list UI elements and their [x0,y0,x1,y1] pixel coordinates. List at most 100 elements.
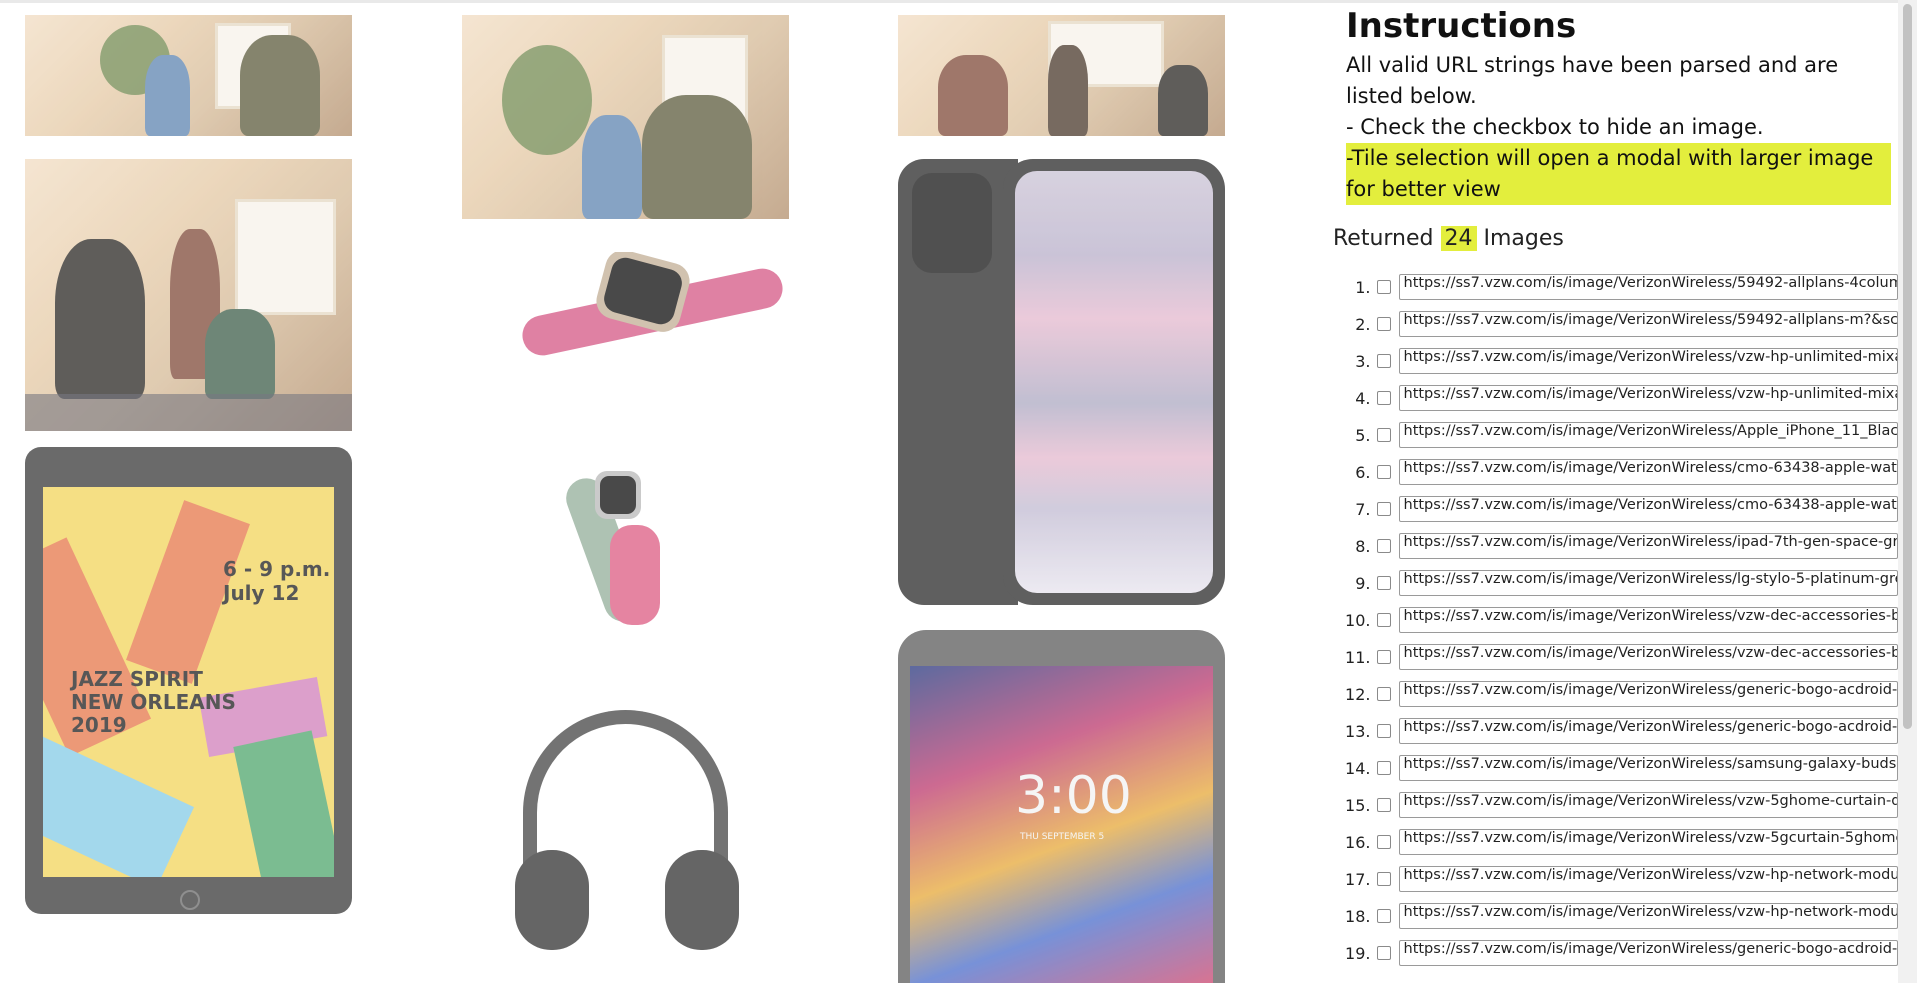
url-field[interactable]: https://ss7.vzw.com/is/image/VerizonWire… [1398,274,1898,300]
url-index: 16. [1345,832,1371,852]
url-index: 4. [1355,388,1371,408]
url-index: 5. [1355,425,1371,445]
url-field[interactable]: https://ss7.vzw.com/is/image/VerizonWire… [1398,755,1898,781]
hide-image-checkbox[interactable] [1376,761,1391,775]
url-field[interactable]: https://ss7.vzw.com/is/image/VerizonWire… [1398,792,1898,818]
scrollbar-thumb[interactable] [1903,4,1912,729]
hide-image-checkbox[interactable] [1376,391,1391,405]
hide-image-checkbox[interactable] [1376,465,1391,479]
hide-image-checkbox[interactable] [1376,946,1391,960]
url-field[interactable]: https://ss7.vzw.com/is/image/VerizonWire… [1398,422,1898,448]
person-figure [1158,65,1208,136]
hide-image-checkbox[interactable] [1376,835,1391,849]
url-field[interactable]: https://ss7.vzw.com/is/image/VerizonWire… [1398,385,1898,411]
hide-image-checkbox[interactable] [1376,576,1391,590]
url-row: 9. https://ss7.vzw.com/is/image/VerizonWi… [1333,568,1898,598]
url-field[interactable]: https://ss7.vzw.com/is/image/VerizonWire… [1398,866,1898,892]
url-index: 3. [1355,351,1371,371]
hide-image-checkbox[interactable] [1376,872,1391,886]
url-field[interactable]: https://ss7.vzw.com/is/image/VerizonWire… [1398,311,1898,337]
image-tile-lg-stylo-5[interactable]: 3:00 THU SEPTEMBER 5 [898,630,1225,983]
camera-module [912,173,992,273]
rug-shape [25,394,352,431]
url-field[interactable]: https://ss7.vzw.com/is/image/VerizonWire… [1398,570,1898,596]
image-tile-apple-watch-side[interactable] [565,465,685,635]
url-field[interactable]: https://ss7.vzw.com/is/image/VerizonWire… [1398,829,1898,855]
url-row: 3. https://ss7.vzw.com/is/image/VerizonWi… [1333,346,1898,376]
hide-image-checkbox[interactable] [1376,280,1391,294]
url-field[interactable]: https://ss7.vzw.com/is/image/VerizonWire… [1398,459,1898,485]
url-field[interactable]: https://ss7.vzw.com/is/image/VerizonWire… [1398,903,1898,929]
poster-shape [233,730,334,877]
image-tile-beats-headphones[interactable] [515,710,740,955]
hide-image-checkbox[interactable] [1376,539,1391,553]
returned-suffix: Images [1483,226,1564,251]
poster-title-1: JAZZ SPIRIT [71,667,203,691]
instructions-line-2: - Check the checkbox to hide an image. [1346,115,1764,139]
instructions-line-1: All valid URL strings have been parsed a… [1346,53,1839,108]
hide-image-checkbox[interactable] [1376,317,1391,331]
person-figure [205,309,275,399]
image-tile-iphone-11[interactable] [898,159,1225,605]
image-tile-family-hero-large[interactable] [462,15,789,219]
url-index: 10. [1345,610,1371,630]
hide-image-checkbox[interactable] [1376,798,1391,812]
hide-image-checkbox[interactable] [1376,613,1391,627]
phone-body: 3:00 THU SEPTEMBER 5 [898,630,1225,983]
url-field[interactable]: https://ss7.vzw.com/is/image/VerizonWire… [1398,940,1898,966]
hide-image-checkbox[interactable] [1376,502,1391,516]
ipad-screen: 6 - 9 p.m. July 12 JAZZ SPIRIT NEW ORLEA… [43,487,334,877]
url-index: 18. [1345,906,1371,926]
right-earcup [665,850,739,950]
returned-count: Returned 24 Images [1333,226,1564,251]
watch-face [600,476,636,514]
hide-image-checkbox[interactable] [1376,687,1391,701]
hide-image-checkbox[interactable] [1376,650,1391,664]
url-row: 11. https://ss7.vzw.com/is/image/VerizonW… [1333,642,1898,672]
url-index: 8. [1355,536,1371,556]
url-index: 11. [1345,647,1371,667]
url-row: 1. https://ss7.vzw.com/is/image/VerizonWi… [1333,272,1898,302]
url-index: 17. [1345,869,1371,889]
hide-image-checkbox[interactable] [1376,724,1391,738]
url-row: 18. https://ss7.vzw.com/is/image/VerizonW… [1333,901,1898,931]
page-scrollbar[interactable] [1898,0,1917,983]
image-tile-apple-watch-pink[interactable] [520,252,785,360]
hide-image-checkbox[interactable] [1376,909,1391,923]
watch-case [595,471,641,519]
url-field[interactable]: https://ss7.vzw.com/is/image/VerizonWire… [1398,496,1898,522]
child-figure [145,55,190,136]
image-tile-family-hero[interactable] [25,15,352,136]
poster-shape [43,735,195,877]
url-field[interactable]: https://ss7.vzw.com/is/image/VerizonWire… [1398,348,1898,374]
left-earcup [515,850,589,950]
url-index: 7. [1355,499,1371,519]
url-index: 19. [1345,943,1371,963]
instructions-title: Instructions [1346,6,1577,46]
returned-prefix: Returned [1333,226,1434,251]
image-tile-family-living[interactable] [898,15,1225,136]
url-row: 8. https://ss7.vzw.com/is/image/VerizonWi… [1333,531,1898,561]
hide-image-checkbox[interactable] [1376,354,1391,368]
image-tile-family-room[interactable] [25,159,352,431]
url-field[interactable]: https://ss7.vzw.com/is/image/VerizonWire… [1398,644,1898,670]
url-index: 14. [1345,758,1371,778]
url-field[interactable]: https://ss7.vzw.com/is/image/VerizonWire… [1398,718,1898,744]
url-row: 10. https://ss7.vzw.com/is/image/VerizonW… [1333,605,1898,635]
url-field[interactable]: https://ss7.vzw.com/is/image/VerizonWire… [1398,533,1898,559]
phone-back [898,159,1018,605]
url-row: 19. https://ss7.vzw.com/is/image/VerizonW… [1333,938,1898,968]
home-button [180,890,200,910]
url-row: 2. https://ss7.vzw.com/is/image/VerizonWi… [1333,309,1898,339]
url-row: 14. https://ss7.vzw.com/is/image/VerizonW… [1333,753,1898,783]
phone-screen [1015,171,1213,593]
url-field[interactable]: https://ss7.vzw.com/is/image/VerizonWire… [1398,681,1898,707]
image-tile-ipad[interactable]: 6 - 9 p.m. July 12 JAZZ SPIRIT NEW ORLEA… [25,447,352,914]
poster-time: 6 - 9 p.m. [223,557,331,581]
lock-date: THU SEPTEMBER 5 [1020,832,1105,842]
url-row: 13. https://ss7.vzw.com/is/image/VerizonW… [1333,716,1898,746]
returned-number: 24 [1440,226,1477,251]
instructions-text: All valid URL strings have been parsed a… [1346,50,1891,205]
url-field[interactable]: https://ss7.vzw.com/is/image/VerizonWire… [1398,607,1898,633]
hide-image-checkbox[interactable] [1376,428,1391,442]
